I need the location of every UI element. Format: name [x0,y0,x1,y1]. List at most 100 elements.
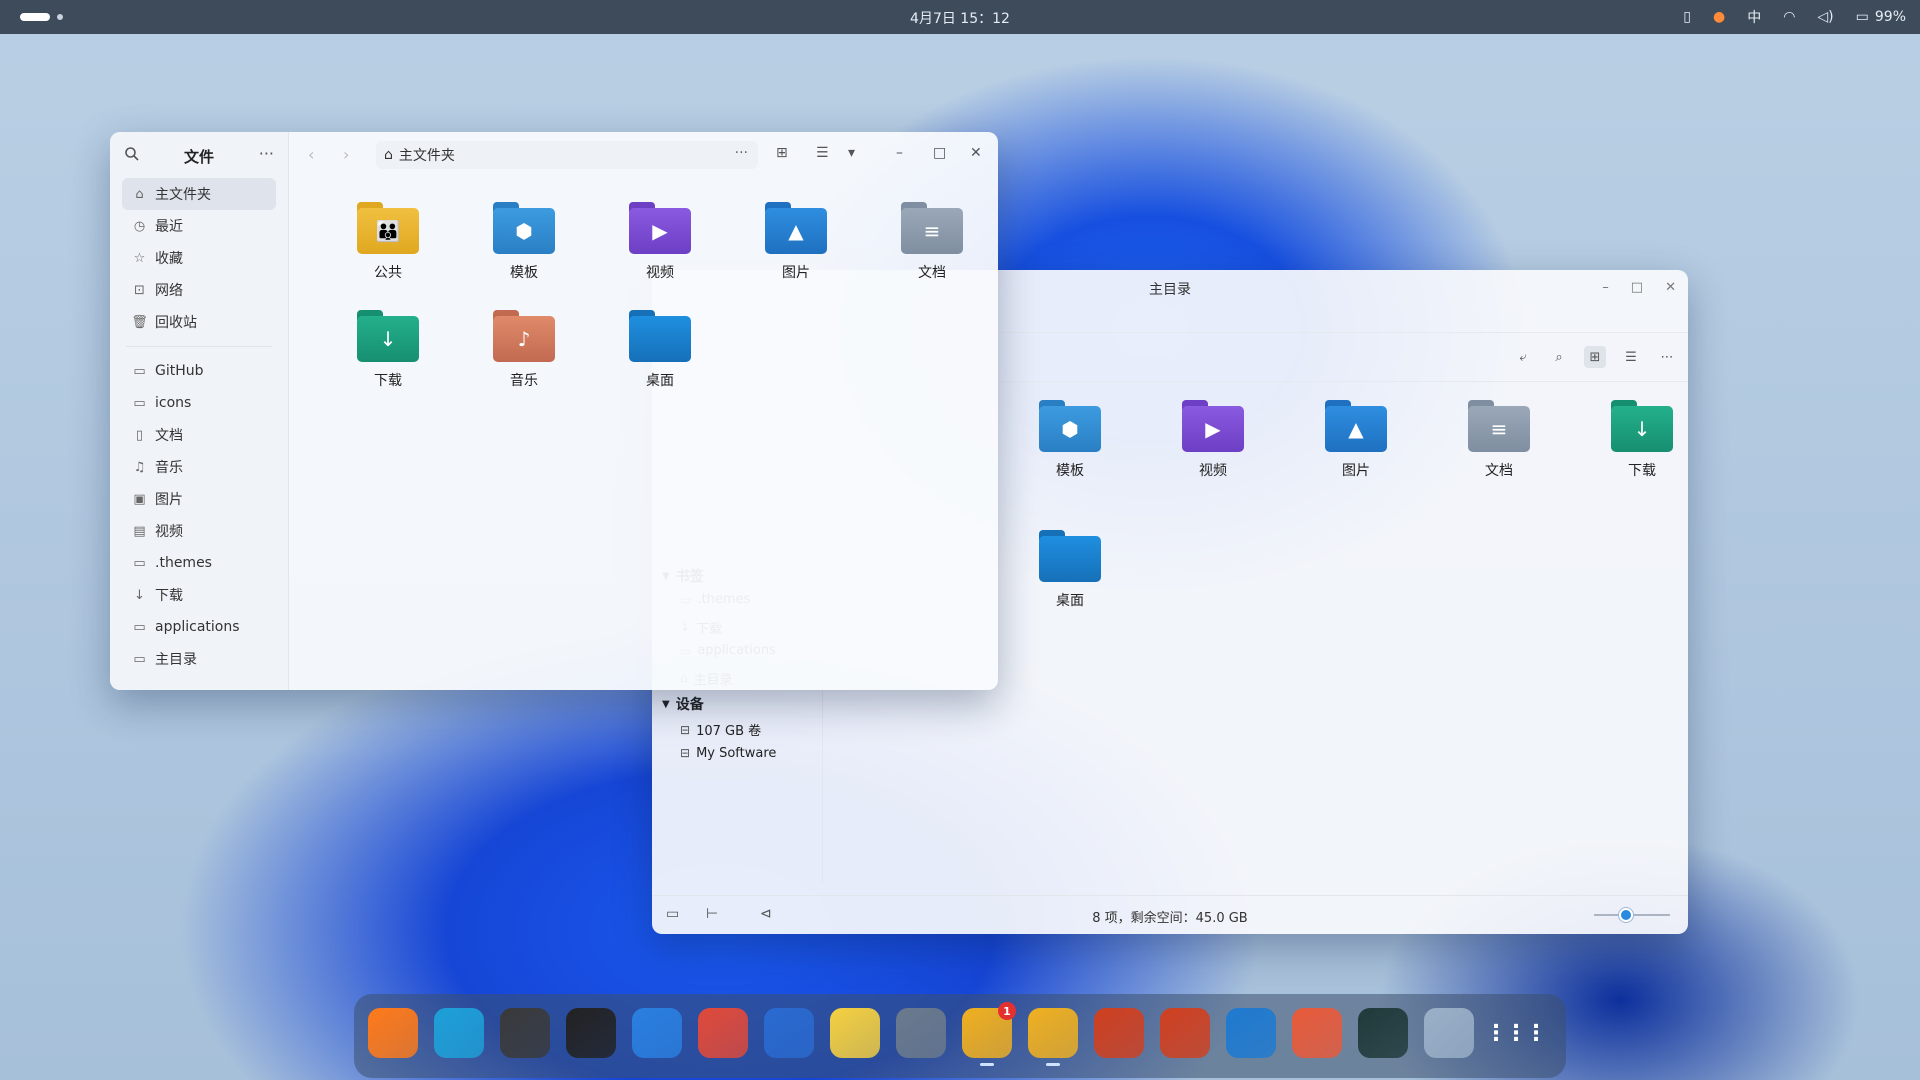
sidebar-item[interactable]: ↓ 下载 [122,579,276,611]
sidebar-item[interactable]: ▭ 主目录 [122,643,276,675]
folder-icon: ▲ [765,202,827,254]
system-monitor-icon[interactable] [1358,1008,1408,1058]
running-indicator [1046,1063,1060,1066]
file-manager-icon[interactable]: 1 [962,1002,1016,1066]
sidebar-item[interactable]: ▭ GitHub [122,355,276,387]
app-indicator-icon[interactable]: ● [1713,9,1725,25]
folder-icon: 👪 [357,202,419,254]
sidebar-item-label: 音乐 [155,460,183,476]
search-icon[interactable]: ⌕ [1548,346,1570,368]
github-icon[interactable] [566,1008,616,1058]
folder-item[interactable]: ▲ 图片 [1288,400,1424,480]
calendar-icon[interactable] [632,1008,682,1058]
sidebar-item-icon: ▭ [133,363,146,379]
status-bar: ▭ ⊢ ⊲ 8 项，剩余空间：45.0 GB [652,895,1688,934]
folder-item[interactable]: ▶ 视频 [1145,400,1281,480]
sidebar-item[interactable]: ⊡ 网络 [122,274,276,306]
close-icon[interactable]: ✕ [970,145,982,161]
settings-icon[interactable] [896,1008,946,1058]
list-view-icon[interactable]: ☰ [1620,346,1642,368]
minimize-icon[interactable]: – [896,145,903,161]
forward-icon[interactable]: › [343,145,349,164]
sidebar-item-label: 主文件夹 [155,187,211,203]
folder-item[interactable]: 桌面 [1002,530,1138,610]
folder-item[interactable]: 👪 公共 [320,202,456,282]
back-icon[interactable]: ‹ [308,145,314,164]
sidebar-item-label: 最近 [155,219,183,235]
folder-item[interactable]: ⬢ 模板 [1002,400,1138,480]
edge-icon[interactable] [434,1008,484,1058]
sidebar-item[interactable]: ◷ 最近 [122,210,276,242]
text-editor-icon[interactable] [830,1008,880,1058]
header-bar: ‹ › ⌂ 主文件夹 ··· ⊞ ☰ ▾ – □ ✕ [288,132,998,178]
clock[interactable]: 4月7日 15：12 [0,8,1920,28]
folder-item[interactable]: ⬢ 模板 [456,202,592,282]
trash-icon[interactable] [1424,1008,1474,1058]
sidebar-item[interactable]: ♫ 音乐 [122,451,276,483]
sidebar-item[interactable]: ▭ icons [122,387,276,419]
app-store-icon[interactable] [764,1008,814,1058]
sidebar-item[interactable]: ⊟ My Software [680,746,776,761]
sidebar-item[interactable]: ▭ applications [122,611,276,643]
sidebar-item-label: .themes [155,555,212,571]
sidebar-item[interactable]: 🗑 回收站 [122,306,276,338]
wifi-icon[interactable]: ◠ [1783,9,1795,25]
chevron-down-icon[interactable]: ▾ [848,145,855,161]
close-icon[interactable]: ✕ [1665,280,1676,295]
firefox-icon[interactable] [368,1008,418,1058]
folder-icon [629,310,691,362]
git-icon[interactable] [1292,1008,1342,1058]
minimize-icon[interactable]: – [1602,280,1609,295]
maximize-icon[interactable]: □ [933,145,946,161]
vscode-icon[interactable] [1226,1008,1276,1058]
file-manager-2-icon[interactable] [1028,1008,1078,1066]
folder-item[interactable]: ↓ 下载 [320,310,456,390]
sidebar-item[interactable]: ☆ 收藏 [122,242,276,274]
more-icon[interactable]: ··· [259,144,274,163]
zoom-slider[interactable] [1594,908,1670,922]
volume-icon[interactable]: ◁) [1817,9,1833,25]
maximize-icon[interactable]: □ [1631,280,1643,295]
folder-item[interactable]: ≡ 文档 [1431,400,1567,480]
sidebar-item[interactable]: ⊟ 107 GB 卷 [680,720,761,740]
battery-icon[interactable]: ▭ [1856,9,1869,25]
folder-label: 下载 [1628,463,1656,479]
path-more-icon[interactable]: ··· [735,145,748,161]
sidebar-item[interactable]: ▣ 图片 [122,483,276,515]
inkscape-icon[interactable] [500,1008,550,1058]
monitor-icon[interactable] [1094,1008,1144,1058]
compact-view-icon[interactable]: ⋯ [1656,346,1678,368]
folder-label: 公共 [374,265,402,281]
folder-item[interactable]: ▶ 视频 [592,202,728,282]
folder-item[interactable]: ♪ 音乐 [456,310,592,390]
folder-item[interactable]: ▲ 图片 [728,202,864,282]
sidebar-item[interactable]: ▭ .themes [122,547,276,579]
sidebar-item[interactable]: ▯ 文档 [122,419,276,451]
list-view-icon[interactable]: ☰ [816,145,829,161]
sidebar-item[interactable]: ⌂ 主文件夹 [122,178,276,210]
music-player-icon[interactable] [698,1008,748,1058]
folder-icon: ⬢ [493,202,555,254]
folder-icon: ▶ [1182,400,1244,452]
folder-label: 视频 [646,265,674,281]
new-folder-icon[interactable]: ⊞ [776,145,788,161]
path-bar[interactable]: ⌂ 主文件夹 ··· [376,141,758,169]
monitor-2-icon[interactable] [1160,1008,1210,1058]
folder-icon: ≡ [901,202,963,254]
folder-item[interactable]: 桌面 [592,310,728,390]
sidebar-item-icon: ▭ [133,555,146,571]
sidebar-section[interactable]: ▼ 设备 [662,694,704,714]
file-grid: ⬢ 模板 ▶ 视频 ▲ 图片 ≡ 文档 ↓ 下载桌面 [1002,400,1688,610]
grid-view-icon[interactable]: ⊞ [1584,346,1606,368]
folder-item[interactable]: ↓ 下载 [1574,400,1688,480]
window-controls: – □ ✕ [1602,280,1676,295]
system-tray: ▯ ● 中 ◠ ◁) ▭ 99% [1683,7,1906,27]
go-up-icon[interactable]: ⤶ [1512,346,1534,368]
app-grid-icon[interactable]: ⋮⋮⋮ [1485,1008,1547,1058]
input-method[interactable]: 中 [1747,7,1761,27]
sidebar-item[interactable]: ▤ 视频 [122,515,276,547]
folder-item[interactable]: ≡ 文档 [864,202,998,282]
clipboard-icon[interactable]: ▯ [1683,9,1691,25]
folder-icon [1039,530,1101,582]
running-indicator [980,1063,994,1066]
